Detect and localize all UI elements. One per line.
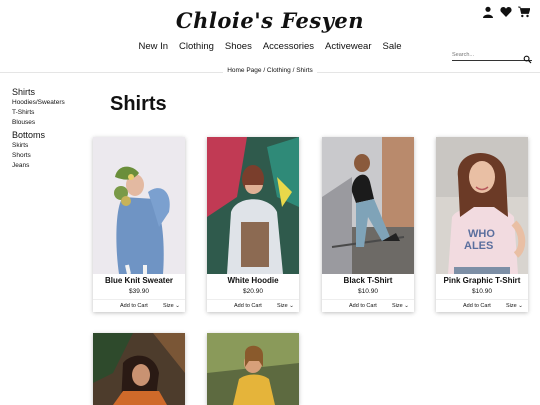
- product-name[interactable]: Blue Knit Sweater: [93, 276, 185, 285]
- svg-text:WHO: WHO: [468, 228, 495, 240]
- product-image-blue-sweater[interactable]: [93, 137, 185, 274]
- product-price: $10.90: [358, 288, 378, 295]
- page-title: Shirts: [110, 93, 167, 115]
- size-select[interactable]: Size ⌄: [163, 303, 180, 309]
- product-card[interactable]: [93, 333, 185, 405]
- brand-logo[interactable]: Chloie's Fesyen: [0, 8, 540, 33]
- product-name[interactable]: Black T-Shirt: [322, 276, 414, 285]
- size-select[interactable]: Size ⌄: [277, 303, 294, 309]
- product-card[interactable]: [207, 333, 299, 405]
- chevron-down-icon: ⌄: [289, 303, 294, 309]
- category-sidebar: Shirts Hoodies/Sweaters T-Shirts Blouses…: [12, 87, 65, 171]
- size-label: Size: [392, 303, 403, 309]
- product-price: $10.90: [472, 288, 492, 295]
- product-image-white-hoodie[interactable]: [207, 137, 299, 274]
- sidebar-item-hoodies[interactable]: Hoodies/Sweaters: [12, 98, 65, 108]
- product-actions: Add to Cart Size ⌄: [207, 299, 299, 312]
- sidebar-group-shirts[interactable]: Shirts: [12, 87, 65, 98]
- user-icon[interactable]: [482, 5, 494, 18]
- sidebar-item-skirts[interactable]: Skirts: [12, 141, 65, 151]
- add-to-cart-button[interactable]: Add to Cart: [349, 303, 377, 309]
- nav-activewear[interactable]: Activewear: [325, 41, 371, 52]
- breadcrumb-text[interactable]: Home Page / Clothing / Shirts: [223, 67, 317, 74]
- product-image-black-tshirt[interactable]: [322, 137, 414, 274]
- sidebar-item-shorts[interactable]: Shorts: [12, 151, 65, 161]
- product-card[interactable]: White Hoodie $20.90 Add to Cart Size ⌄: [207, 137, 299, 312]
- product-actions: Add to Cart Size ⌄: [436, 299, 528, 312]
- breadcrumb: Home Page / Clothing / Shirts: [0, 67, 540, 74]
- nav-accessories[interactable]: Accessories: [263, 41, 314, 52]
- heart-icon[interactable]: [500, 5, 512, 17]
- product-price: $20.90: [243, 288, 263, 295]
- size-select[interactable]: Size ⌄: [506, 303, 523, 309]
- product-price: $39.90: [129, 288, 149, 295]
- add-to-cart-button[interactable]: Add to Cart: [463, 303, 491, 309]
- size-label: Size: [163, 303, 174, 309]
- product-actions: Add to Cart Size ⌄: [322, 299, 414, 312]
- cart-icon[interactable]: [518, 5, 531, 18]
- size-label: Size: [506, 303, 517, 309]
- sidebar-item-jeans[interactable]: Jeans: [12, 161, 65, 171]
- chevron-down-icon: ⌄: [175, 303, 180, 309]
- search-box: [452, 51, 532, 64]
- size-select[interactable]: Size ⌄: [392, 303, 409, 309]
- header-icons: [482, 5, 531, 18]
- svg-text:ALES: ALES: [464, 240, 493, 252]
- search-icon[interactable]: [523, 51, 532, 64]
- product-card[interactable]: Black T-Shirt $10.90 Add to Cart Size ⌄: [322, 137, 414, 312]
- size-label: Size: [277, 303, 288, 309]
- product-card[interactable]: Blue Knit Sweater $39.90 Add to Cart Siz…: [93, 137, 185, 312]
- nav-sale[interactable]: Sale: [383, 41, 402, 52]
- product-image[interactable]: [207, 333, 299, 405]
- chevron-down-icon: ⌄: [404, 303, 409, 309]
- product-image[interactable]: [93, 333, 185, 405]
- sidebar-group-bottoms[interactable]: Bottoms: [12, 130, 65, 141]
- product-name[interactable]: White Hoodie: [207, 276, 299, 285]
- add-to-cart-button[interactable]: Add to Cart: [120, 303, 148, 309]
- add-to-cart-button[interactable]: Add to Cart: [234, 303, 262, 309]
- nav-clothing[interactable]: Clothing: [179, 41, 214, 52]
- sidebar-item-tshirts[interactable]: T-Shirts: [12, 108, 65, 118]
- nav-shoes[interactable]: Shoes: [225, 41, 252, 52]
- sidebar-item-blouses[interactable]: Blouses: [12, 118, 65, 128]
- product-image-pink-tshirt[interactable]: WHO ALES: [436, 137, 528, 274]
- product-card[interactable]: WHO ALES Pink Graphic T-Shirt $10.90 Add…: [436, 137, 528, 312]
- site-header: Chloie's Fesyen New In Clothing Shoes Ac…: [0, 0, 540, 70]
- product-name[interactable]: Pink Graphic T-Shirt: [436, 276, 528, 285]
- search-input[interactable]: [452, 52, 518, 58]
- nav-new-in[interactable]: New In: [138, 41, 168, 52]
- chevron-down-icon: ⌄: [518, 303, 523, 309]
- product-actions: Add to Cart Size ⌄: [93, 299, 185, 312]
